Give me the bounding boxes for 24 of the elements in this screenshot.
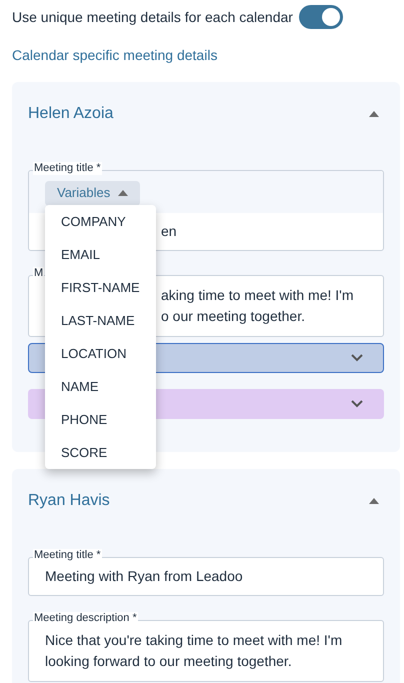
field-label: Meeting title * xyxy=(33,549,102,562)
menu-item[interactable]: PHONE xyxy=(45,403,156,436)
field-value: Meeting with Ryan from Leadoo xyxy=(45,567,243,586)
section-title: Calendar specific meeting details xyxy=(11,46,218,65)
chevron-down-icon xyxy=(351,400,363,408)
field-value: en xyxy=(161,222,177,241)
variables-button[interactable]: Variables xyxy=(45,180,140,206)
field-value: Nice that you're taking time to meet with me! I'm looking forward to our meeting together. xyxy=(45,631,342,671)
menu-item[interactable]: SCORE xyxy=(45,436,156,469)
calendar-name: Helen Azoia xyxy=(28,104,114,124)
caret-up-icon xyxy=(369,498,379,504)
caret-up-icon xyxy=(118,190,128,196)
caret-up-icon xyxy=(369,111,379,117)
calendar-name: Ryan Havis xyxy=(28,491,110,511)
menu-item[interactable]: NAME xyxy=(45,370,156,403)
toggle-switch[interactable] xyxy=(298,5,343,29)
menu-item[interactable]: LOCATION xyxy=(45,337,156,370)
menu-item[interactable]: COMPANY xyxy=(45,205,156,238)
field-label: Meeting title * xyxy=(33,162,102,175)
field-label: Meeting description * xyxy=(33,612,138,625)
chevron-down-icon xyxy=(351,354,363,362)
menu-item[interactable]: LAST-NAME xyxy=(45,304,156,337)
toggle-label: Use unique meeting details for each calendar xyxy=(12,8,293,27)
field-value: aking time to meet with me! I'm o our meeting together. xyxy=(161,286,354,326)
